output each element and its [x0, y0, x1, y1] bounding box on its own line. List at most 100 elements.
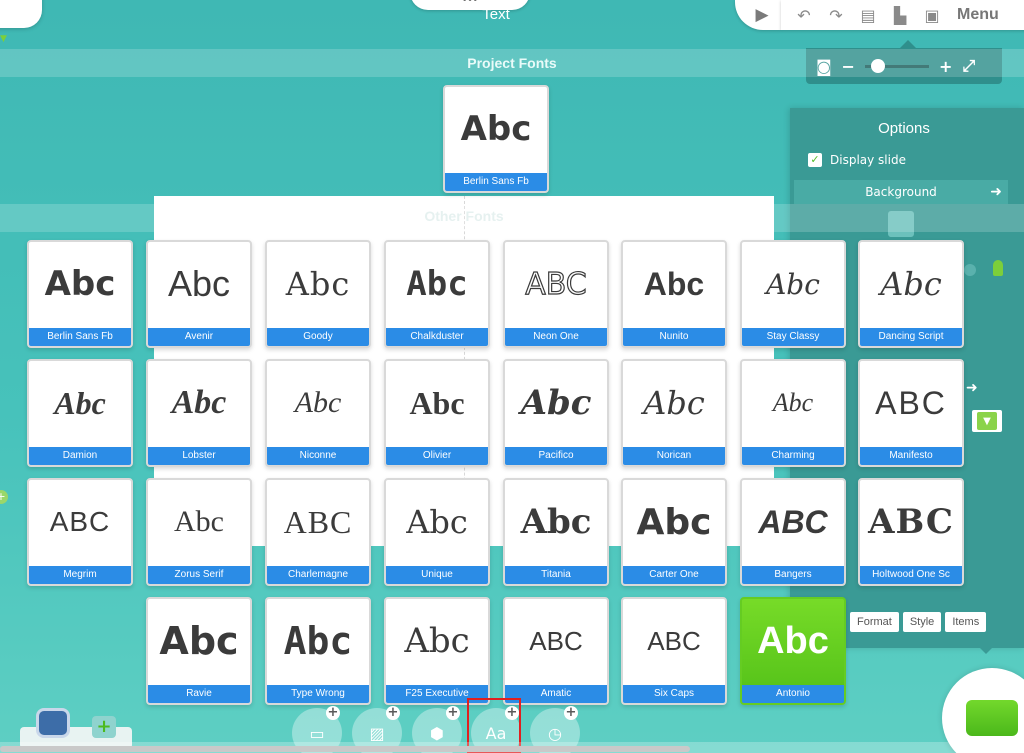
image-icon: ▨: [369, 723, 385, 743]
add-icon[interactable]: +: [0, 490, 8, 504]
font-sample: Abc: [283, 619, 353, 663]
tab-style[interactable]: Style: [902, 612, 942, 632]
font-card[interactable]: ABC Six Caps: [621, 597, 727, 705]
color-preview-button[interactable]: [966, 700, 1018, 736]
font-sample: Abc: [294, 386, 342, 419]
font-card[interactable]: Abc Lobster: [146, 359, 252, 467]
font-card[interactable]: Abc Ravie: [146, 597, 252, 705]
font-name: Neon One: [505, 328, 607, 346]
font-card[interactable]: Abc Zorus Serif: [146, 478, 252, 586]
document-icon[interactable]: ▤: [857, 4, 879, 26]
font-sample: Abc: [406, 264, 468, 304]
font-sample: Abc: [643, 265, 705, 302]
font-card[interactable]: Abc Type Wrong: [265, 597, 371, 705]
font-card[interactable]: Abc Avenir: [146, 240, 252, 348]
project-fonts-band: Project Fonts: [0, 49, 1024, 77]
font-card[interactable]: Abc Goody: [265, 240, 371, 348]
font-card[interactable]: Abc Carter One: [621, 478, 727, 586]
arrow-right-icon[interactable]: ➜: [966, 380, 1006, 398]
font-card[interactable]: ABC Charlemagne: [265, 478, 371, 586]
font-card[interactable]: Abc Niconne: [265, 359, 371, 467]
font-name: Manifesto: [860, 447, 962, 465]
chevron-down-icon[interactable]: ▼: [0, 34, 10, 46]
redo-icon[interactable]: ↷: [825, 4, 847, 26]
font-card[interactable]: ABC Megrim: [27, 478, 133, 586]
font-name: Six Caps: [623, 685, 725, 703]
tab-items[interactable]: Items: [945, 612, 987, 632]
font-card[interactable]: ABC Holtwood One Sc: [858, 478, 964, 586]
display-slide-checkbox[interactable]: ✓ Display slide: [808, 153, 906, 167]
font-sample: Abc: [460, 109, 532, 149]
font-sample: Abc: [404, 621, 470, 661]
font-card[interactable]: Abc Nunito: [621, 240, 727, 348]
font-name: Stay Classy: [742, 328, 844, 346]
arrow-right-icon: ➜: [990, 184, 1002, 200]
slide-thumbnail[interactable]: [36, 708, 70, 738]
font-sample: Abc: [520, 383, 592, 423]
font-card[interactable]: Abc Stay Classy: [740, 240, 846, 348]
font-name: Holtwood One Sc: [860, 566, 962, 584]
slides-tab[interactable]: [0, 0, 42, 28]
font-sample: ABC: [283, 503, 353, 540]
font-card[interactable]: Abc Dancing Script: [858, 240, 964, 348]
option-radio[interactable]: [964, 264, 976, 276]
font-card[interactable]: ABC Amatic: [503, 597, 609, 705]
font-name: Damion: [29, 447, 131, 465]
play-button[interactable]: ▶: [735, 0, 781, 30]
font-card[interactable]: Abc Pacifico: [503, 359, 609, 467]
font-card[interactable]: Abc Unique: [384, 478, 490, 586]
font-sample: Abc: [757, 619, 829, 662]
font-name: Avenir: [148, 328, 250, 346]
font-sample: Abc: [171, 384, 227, 421]
font-sample: Abc: [643, 384, 705, 422]
font-card[interactable]: Abc Damion: [27, 359, 133, 467]
font-card[interactable]: Abc Titania: [503, 478, 609, 586]
plus-icon: +: [564, 705, 578, 720]
font-name: Niconne: [267, 447, 369, 465]
font-card[interactable]: Abc Norican: [621, 359, 727, 467]
save-icon[interactable]: ▣: [921, 4, 943, 26]
font-name: Chalkduster: [386, 328, 488, 346]
other-fonts-title: Other Fonts: [424, 208, 504, 224]
font-sample: ABC: [875, 384, 947, 421]
font-card[interactable]: Abc Antonio: [740, 597, 846, 705]
options-title: Options: [878, 120, 930, 137]
project-fonts-title: Project Fonts: [467, 55, 557, 71]
font-card[interactable]: Abc Olivier: [384, 359, 490, 467]
font-sample: Abc: [285, 265, 351, 303]
background-row[interactable]: Background ➜: [794, 180, 1008, 204]
font-sample: Abc: [174, 505, 224, 538]
font-card[interactable]: ABC Bangers: [740, 478, 846, 586]
scrollbar-thumb[interactable]: [0, 746, 690, 752]
font-sample: Abc: [409, 384, 465, 421]
font-name: Pacifico: [505, 447, 607, 465]
font-name: Megrim: [29, 566, 131, 584]
bulb-icon[interactable]: [993, 260, 1003, 276]
play-icon: ▶: [755, 5, 769, 25]
display-slide-label: Display slide: [830, 153, 906, 167]
font-card[interactable]: Abc Berlin Sans Fb: [443, 85, 549, 193]
undo-icon[interactable]: ↶: [793, 4, 815, 26]
font-name: Olivier: [386, 447, 488, 465]
font-sample: Abc: [880, 265, 942, 303]
font-name: Titania: [505, 566, 607, 584]
tab-format[interactable]: Format: [850, 612, 899, 632]
font-sample: ABC: [529, 625, 583, 656]
add-slide-button[interactable]: +: [92, 716, 116, 738]
panel-caret: [978, 646, 994, 654]
dropdown-toggle[interactable]: ▼: [972, 410, 1002, 432]
font-card[interactable]: ABC Manifesto: [858, 359, 964, 467]
font-name: Unique: [386, 566, 488, 584]
font-card[interactable]: Abc F25 Executive: [384, 597, 490, 705]
briefcase-icon[interactable]: ▙: [889, 4, 911, 26]
font-sample: Abc: [167, 263, 231, 304]
font-card[interactable]: ABC Neon One: [503, 240, 609, 348]
font-card[interactable]: Abc Chalkduster: [384, 240, 490, 348]
font-sample: ABC: [868, 502, 954, 542]
font-card[interactable]: Abc Berlin Sans Fb: [27, 240, 133, 348]
font-sample: ABC: [49, 506, 111, 537]
font-card[interactable]: Abc Charming: [740, 359, 846, 467]
shape-rect-icon: ▭: [309, 723, 325, 743]
font-name: Berlin Sans Fb: [445, 173, 547, 191]
menu-button[interactable]: Menu: [957, 6, 999, 24]
